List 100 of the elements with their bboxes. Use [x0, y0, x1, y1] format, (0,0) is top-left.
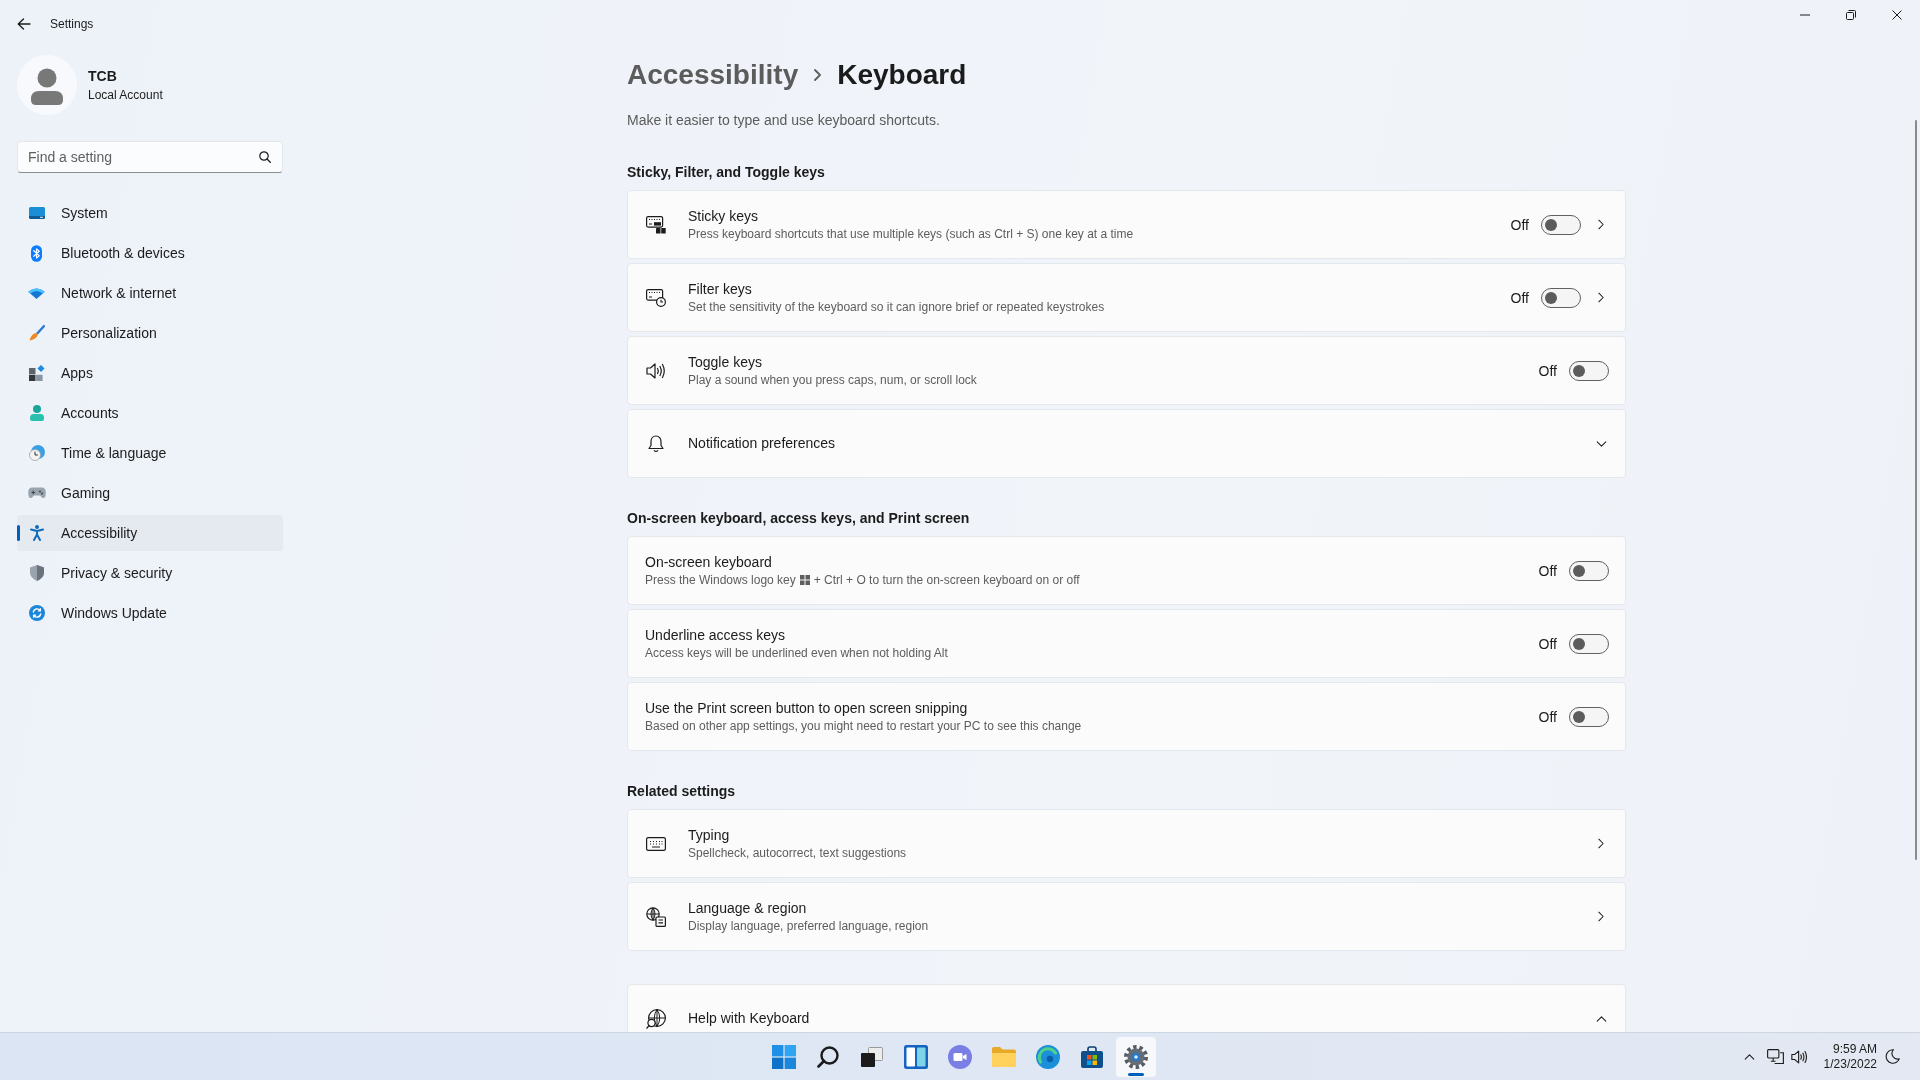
nav-item[interactable]: Bluetooth & devices — [17, 235, 283, 271]
apps-grid-icon — [28, 365, 45, 381]
wifi-icon — [28, 287, 45, 299]
setting-description: Display language, preferred language, region — [688, 918, 930, 934]
nav-item[interactable]: Accessibility — [17, 515, 283, 551]
nav-item[interactable]: Accounts — [17, 395, 283, 431]
setting-description: Play a sound when you press caps, num, or scroll lock — [688, 372, 978, 388]
toggle-state-label: Off — [1510, 216, 1529, 233]
taskbar-button[interactable] — [1116, 1036, 1156, 1077]
setting-title: Notification preferences — [688, 434, 837, 453]
section-heading: On-screen keyboard, access keys, and Print screen — [627, 509, 971, 528]
overlapping-squares-icon — [861, 1046, 883, 1067]
setting-description: Based on other app settings, you might need to restart your PC to see this change — [645, 718, 1083, 734]
game-controller-icon — [27, 487, 46, 499]
setting-description: Set the sensitivity of the keyboard so it can ignore brief or repeated keystrokes — [688, 299, 1106, 315]
folder-icon — [992, 1046, 1016, 1067]
toggle-switch[interactable] — [1541, 287, 1581, 308]
back-arrow-icon — [17, 18, 31, 30]
setting-description: Press the Windows logo key — [645, 572, 796, 588]
setting-card[interactable]: Sticky keys Press keyboard shortcuts that use multiple keys (such as Ctrl + S) one key at a time Off — [627, 190, 1626, 259]
nav-item[interactable]: Network & internet — [17, 275, 283, 311]
section-heading: Related settings — [627, 782, 737, 801]
toggle-state-label: Off — [1538, 708, 1557, 725]
paintbrush-icon — [28, 325, 45, 341]
setting-title: Typing — [688, 826, 731, 845]
globe-search-icon — [646, 1008, 666, 1029]
setting-card[interactable]: Language & region Display language, preferred language, region — [627, 882, 1626, 951]
toggle-switch[interactable] — [1569, 706, 1609, 727]
toggle-switch[interactable] — [1569, 560, 1609, 581]
globe-with-card-icon — [646, 906, 666, 927]
search-icon — [259, 151, 271, 163]
setting-title: Sticky keys — [688, 207, 759, 226]
gear-icon — [1124, 1044, 1148, 1069]
shield-icon — [29, 565, 44, 581]
chevron-right-icon — [1598, 838, 1604, 849]
user-avatar-icon — [17, 55, 77, 115]
nav-item[interactable]: Time & language — [17, 435, 283, 471]
accessibility-figure-icon — [29, 525, 44, 541]
nav-item[interactable]: Windows Update — [17, 595, 283, 631]
toggle-state-label: Off — [1510, 289, 1529, 306]
chevron-right-icon — [1598, 292, 1604, 303]
page-title: Keyboard — [837, 59, 967, 91]
chevron-up-icon[interactable] — [1743, 1053, 1755, 1060]
windows-logo-icon — [772, 1044, 796, 1069]
moon-icon[interactable] — [1885, 1049, 1900, 1064]
setting-card[interactable]: Typing Spellcheck, autocorrect, text suggestions — [627, 809, 1626, 878]
setting-card[interactable]: Filter keys Set the sensitivity of the keyboard so it can ignore brief or repeated keystrokes Off — [627, 263, 1626, 332]
chevron-right-icon — [1598, 911, 1604, 922]
restore-icon — [1846, 10, 1856, 20]
toggle-switch[interactable] — [1541, 214, 1581, 235]
scrollbar-thumb[interactable] — [1915, 120, 1917, 860]
speaker-icon[interactable] — [1790, 1049, 1808, 1064]
setting-title: Help with Keyboard — [688, 1009, 811, 1028]
setting-description: + Ctrl + O to turn the on-screen keyboard on or off — [813, 572, 1080, 588]
person-icon — [29, 405, 44, 421]
keyboard-icon — [646, 836, 666, 851]
close-icon — [1892, 10, 1902, 20]
bell-icon — [648, 434, 664, 453]
nav-item[interactable]: Gaming — [17, 475, 283, 511]
section-heading: Sticky, Filter, and Toggle keys — [627, 163, 826, 182]
windows-logo-icon — [799, 575, 810, 585]
setting-title: Toggle keys — [688, 353, 763, 372]
speaker-icon — [646, 362, 666, 379]
setting-title: Language & region — [688, 899, 808, 918]
swirl-logo-icon — [1036, 1044, 1060, 1069]
window-title: Settings — [50, 17, 94, 31]
toggle-state-label: Off — [1538, 562, 1557, 579]
setting-title: Filter keys — [688, 280, 753, 299]
nav-item[interactable]: Apps — [17, 355, 283, 391]
setting-card[interactable]: Notification preferences — [627, 409, 1626, 478]
keyboard-clock-icon — [646, 288, 666, 307]
toggle-state-label: Off — [1538, 362, 1557, 379]
chevron-right-icon — [814, 69, 822, 81]
nav-item[interactable]: System — [17, 195, 283, 231]
setting-title: Use the Print screen button to open screen snipping — [645, 699, 969, 718]
setting-description: Access keys will be underlined even when not holding Alt — [645, 645, 949, 661]
setting-card[interactable]: Help with Keyboard — [627, 984, 1626, 1032]
chevron-right-icon — [1598, 219, 1604, 230]
monitor-icon — [28, 207, 45, 219]
monitor-cable-icon[interactable] — [1766, 1049, 1784, 1064]
globe-clock-icon — [28, 445, 45, 461]
clock-time[interactable]: 9:59 AM — [1832, 1041, 1877, 1057]
widgets-panel-icon — [904, 1044, 928, 1069]
nav-item[interactable]: Personalization — [17, 315, 283, 351]
breadcrumb-link[interactable]: Accessibility — [627, 59, 799, 91]
keyboard-keys-icon — [646, 215, 666, 234]
video-chat-icon — [948, 1044, 972, 1069]
toggle-state-label: Off — [1538, 635, 1557, 652]
toggle-switch[interactable] — [1569, 360, 1609, 381]
minimize-icon — [1800, 14, 1810, 16]
clock-date[interactable]: 1/23/2022 — [1823, 1056, 1877, 1072]
page-description: Make it easier to type and use keyboard shortcuts. — [627, 111, 941, 130]
nav-item[interactable]: Privacy & security — [17, 555, 283, 591]
account-type: Local Account — [88, 87, 163, 103]
setting-description: Spellcheck, autocorrect, text suggestions — [688, 845, 908, 861]
sync-arrows-icon — [28, 605, 45, 621]
setting-title: On-screen keyboard — [645, 553, 773, 572]
toggle-switch[interactable] — [1569, 633, 1609, 654]
search-field[interactable]: Find a setting — [17, 141, 283, 173]
setting-title: Underline access keys — [645, 626, 787, 645]
